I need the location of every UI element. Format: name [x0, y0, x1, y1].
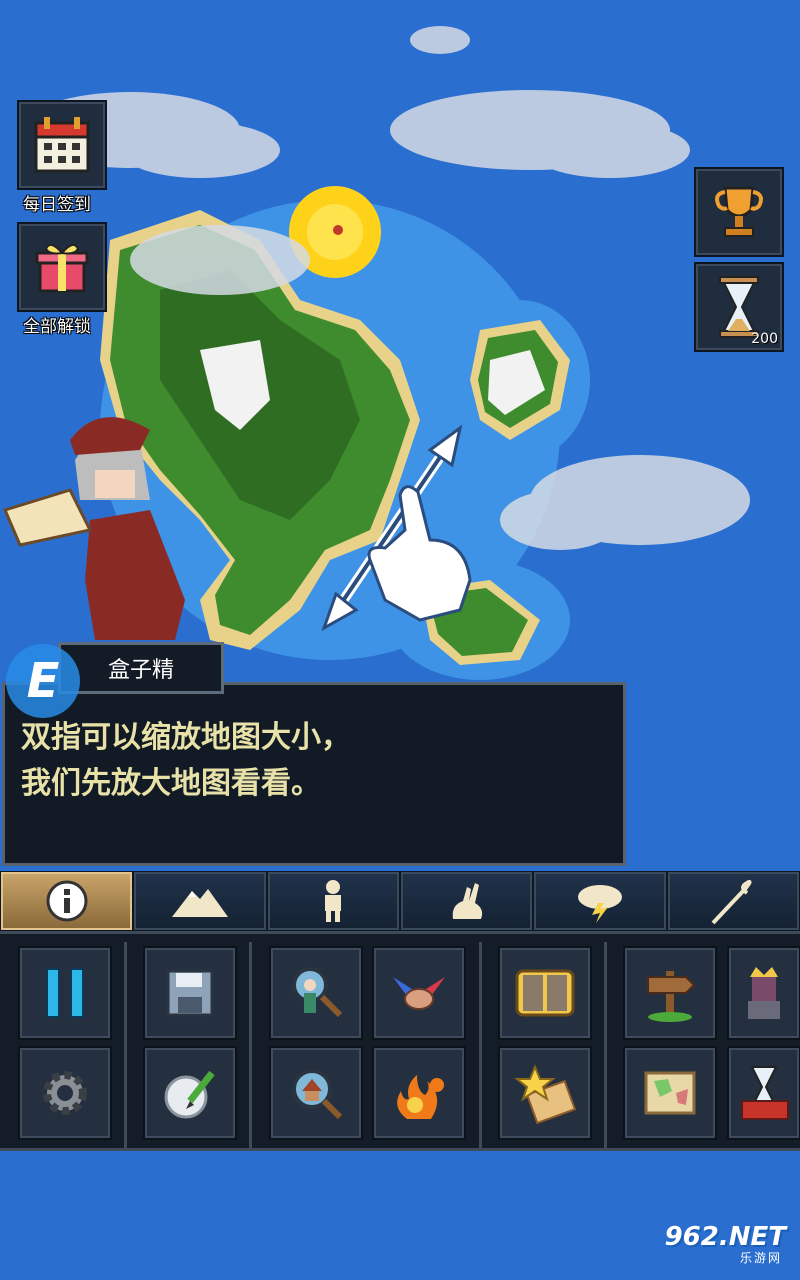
signpost-button[interactable]	[623, 946, 717, 1040]
history-book-icon	[515, 969, 575, 1017]
world-map-icon	[644, 1071, 696, 1115]
hourglass-icon	[719, 276, 759, 338]
speaker-name: 盒子精	[58, 642, 224, 694]
unlock-all-label: 全部解锁	[23, 317, 91, 337]
war-button[interactable]	[372, 1046, 466, 1140]
tutorial-message: 双指可以缩放地图大小， 我们先放大地图看看。	[21, 720, 351, 801]
save-floppy-icon	[166, 969, 214, 1017]
panel-divider	[249, 942, 252, 1148]
pause-icon	[46, 968, 84, 1018]
king-button[interactable]	[727, 946, 800, 1040]
achievements-button[interactable]	[694, 167, 784, 257]
watermark-main: 962.NET	[664, 1222, 786, 1252]
inspect-village-button[interactable]	[269, 1046, 363, 1140]
panel-divider	[604, 942, 607, 1148]
tab-creatures[interactable]	[267, 872, 399, 930]
diplomacy-icon	[393, 977, 445, 1010]
inspect-unit-button[interactable]	[269, 946, 363, 1040]
tab-powers[interactable]	[667, 872, 799, 930]
calendar-icon	[34, 117, 90, 173]
world-laws-icon	[741, 1066, 789, 1120]
war-fire-icon	[397, 1075, 444, 1119]
e-logo-icon: E	[6, 644, 80, 718]
site-watermark: 962.NET 乐游网	[658, 1222, 794, 1274]
staff-icon	[711, 879, 752, 925]
tab-info[interactable]	[1, 872, 133, 930]
daily-checkin-button[interactable]	[17, 100, 107, 190]
tutorial-dialog[interactable]: 双指可以缩放地图大小， 我们先放大地图看看。	[2, 682, 626, 866]
settings-gear-icon	[43, 1071, 87, 1115]
inspect-village-icon	[292, 1069, 343, 1120]
human-icon	[325, 880, 342, 922]
save-button[interactable]	[143, 946, 237, 1040]
favorites-button[interactable]	[498, 1046, 592, 1140]
gift-box-icon	[35, 243, 89, 293]
tab-weather[interactable]	[534, 872, 666, 930]
storm-cloud-icon	[577, 885, 622, 923]
mountain-icon	[171, 889, 228, 917]
world-map-button[interactable]	[623, 1046, 717, 1140]
daily-checkin-label: 每日签到	[23, 195, 91, 215]
king-icon	[748, 967, 780, 1019]
history-book-button[interactable]	[498, 946, 592, 1040]
category-tabs	[0, 871, 800, 931]
edit-world-icon	[164, 1070, 215, 1119]
tab-terrain[interactable]	[134, 872, 266, 930]
inspect-unit-icon	[292, 967, 343, 1018]
trophy-icon	[715, 186, 763, 237]
world-laws-button[interactable]	[727, 1046, 800, 1140]
watermark-sub: 乐游网	[739, 1251, 782, 1265]
panel-divider	[124, 942, 127, 1148]
info-icon	[46, 880, 88, 922]
tool-panel	[0, 931, 800, 1151]
tab-animals[interactable]	[400, 872, 533, 930]
settings-button[interactable]	[18, 1046, 112, 1140]
signpost-icon	[647, 971, 696, 1022]
diplomacy-button[interactable]	[372, 946, 466, 1040]
pause-button[interactable]	[18, 946, 112, 1040]
panel-divider	[479, 942, 482, 1148]
time-speed-count: 200	[751, 331, 778, 347]
unlock-all-button[interactable]	[17, 222, 107, 312]
time-speed-button[interactable]: 200	[694, 262, 784, 352]
edit-world-button[interactable]	[143, 1046, 237, 1140]
rabbit-icon	[452, 883, 482, 919]
favorites-scroll-icon	[514, 1064, 577, 1125]
